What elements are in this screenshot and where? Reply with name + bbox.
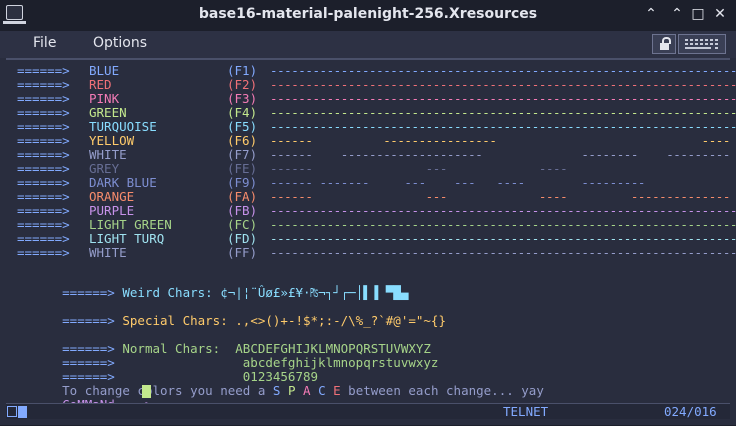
arrow-text: ======> — [17, 77, 70, 92]
color-dashes: ------ --- ---- -------------- — [270, 189, 730, 204]
color-key: (F9) — [227, 175, 258, 190]
arrow-text: ======> — [17, 91, 70, 106]
arrow-text: ======> — [17, 189, 70, 204]
text-cursor — [142, 385, 151, 398]
color-name: DARK BLUE — [89, 175, 157, 190]
color-dashes: ------ ------- --- --- ---- --------- — [270, 175, 736, 190]
maximize-icon[interactable]: ⌃ — [669, 6, 685, 22]
arrow-text: ======> — [17, 133, 70, 148]
terminal-screen[interactable]: ======> Weird Chars: ¢¬|¦¨Ûø£»£¥·₧¬┐┘┌─│… — [6, 58, 736, 412]
color-key: (F6) — [227, 133, 258, 148]
weird-chars-value: ¢¬|¦¨Ûø£»£¥·₧¬┐┘┌─│▌▐ ▀█▄ — [220, 285, 409, 300]
color-name: RED — [89, 77, 112, 92]
arrow-text: ======> — [17, 231, 70, 246]
lock-icon[interactable] — [652, 34, 676, 54]
status-block-icon — [18, 406, 27, 418]
space-letter: C — [318, 383, 326, 398]
instruction-text-end: between each change... yay — [340, 383, 544, 398]
color-dashes: ----------------------------------------… — [270, 105, 736, 120]
color-name: TURQUOISE — [89, 119, 157, 134]
arrow-text: ======> — [62, 313, 115, 328]
space-letter: E — [333, 383, 341, 398]
color-dashes: ------ --- ---- — [270, 161, 730, 176]
status-bar: TELNET 024/016 — [6, 403, 730, 419]
color-key: (FB) — [227, 203, 258, 218]
minimize-icon[interactable]: ⌃ — [643, 6, 659, 22]
color-name: YELLOW — [89, 133, 135, 148]
color-name: WHITE — [89, 245, 127, 260]
menu-file[interactable]: File — [33, 35, 56, 51]
restore-icon[interactable]: □ — [690, 6, 706, 22]
color-name: WHITE — [89, 147, 127, 162]
arrow-text: ======> — [62, 285, 115, 300]
color-key: (F4) — [227, 105, 258, 120]
color-key: (FD) — [227, 231, 258, 246]
arrow-text: ======> — [17, 175, 70, 190]
color-name: PURPLE — [89, 203, 135, 218]
color-key: (F3) — [227, 91, 258, 106]
color-dashes: ----------------------------------------… — [270, 231, 736, 246]
color-key: (F1) — [227, 63, 258, 78]
arrow-text: ======> — [17, 147, 70, 162]
color-key: (FC) — [227, 217, 258, 232]
arrow-text: ======> — [17, 203, 70, 218]
color-key: (FF) — [227, 245, 258, 260]
color-name: ORANGE — [89, 189, 135, 204]
status-position: 024/016 — [664, 404, 717, 419]
color-key: (FE) — [227, 161, 258, 176]
color-dashes: ----------------------------------------… — [270, 91, 736, 106]
special-chars-label: Special Chars: — [122, 313, 228, 328]
color-name: PINK — [89, 91, 120, 106]
color-dashes: ----------------------------------------… — [270, 63, 736, 78]
arrow-text: ======> — [17, 245, 70, 260]
color-key: (FA) — [227, 189, 258, 204]
color-dashes: ----------------------------------------… — [270, 203, 736, 218]
color-name: LIGHT GREEN — [89, 217, 172, 232]
color-name: BLUE — [89, 63, 120, 78]
color-name: GREEN — [89, 105, 127, 120]
title-bar[interactable]: base16-material-palenight-256.Xresources… — [0, 0, 736, 31]
color-key: (F5) — [227, 119, 258, 134]
color-name: LIGHT TURQ — [89, 231, 165, 246]
color-name: GREY — [89, 161, 120, 176]
arrow-text: ======> — [17, 105, 70, 120]
arrow-text: ======> — [17, 119, 70, 134]
window-title: base16-material-palenight-256.Xresources — [198, 6, 538, 22]
arrow-text: ======> — [17, 161, 70, 176]
color-dashes: ----------------------------------------… — [270, 245, 736, 260]
menu-options[interactable]: Options — [93, 35, 147, 51]
keyboard-icon[interactable] — [678, 34, 726, 54]
status-mode: TELNET — [503, 404, 549, 419]
color-dashes: ------ -------------------- -------- ---… — [270, 147, 730, 162]
close-icon[interactable]: ✕ — [712, 6, 728, 22]
terminal-window: base16-material-palenight-256.Xresources… — [0, 0, 736, 425]
color-dashes: ----------------------------------------… — [270, 217, 736, 232]
arrow-text: ======> — [17, 217, 70, 232]
color-dashes: ------ ---------------- ---- — [270, 133, 730, 148]
weird-chars-label: Weird Chars: — [122, 285, 213, 300]
color-key: (F2) — [227, 77, 258, 92]
color-dashes: ----------------------------------------… — [270, 77, 736, 92]
space-letter: A — [303, 383, 311, 398]
color-dashes: ----------------------------------------… — [270, 119, 736, 134]
arrow-text: ======> — [17, 63, 70, 78]
special-chars-value: .,<>()+-!$*;:-/\%_?`#@'="~{} — [235, 313, 446, 328]
color-key: (F7) — [227, 147, 258, 162]
screen-icon — [7, 406, 17, 417]
menu-bar: File Options — [0, 31, 736, 58]
